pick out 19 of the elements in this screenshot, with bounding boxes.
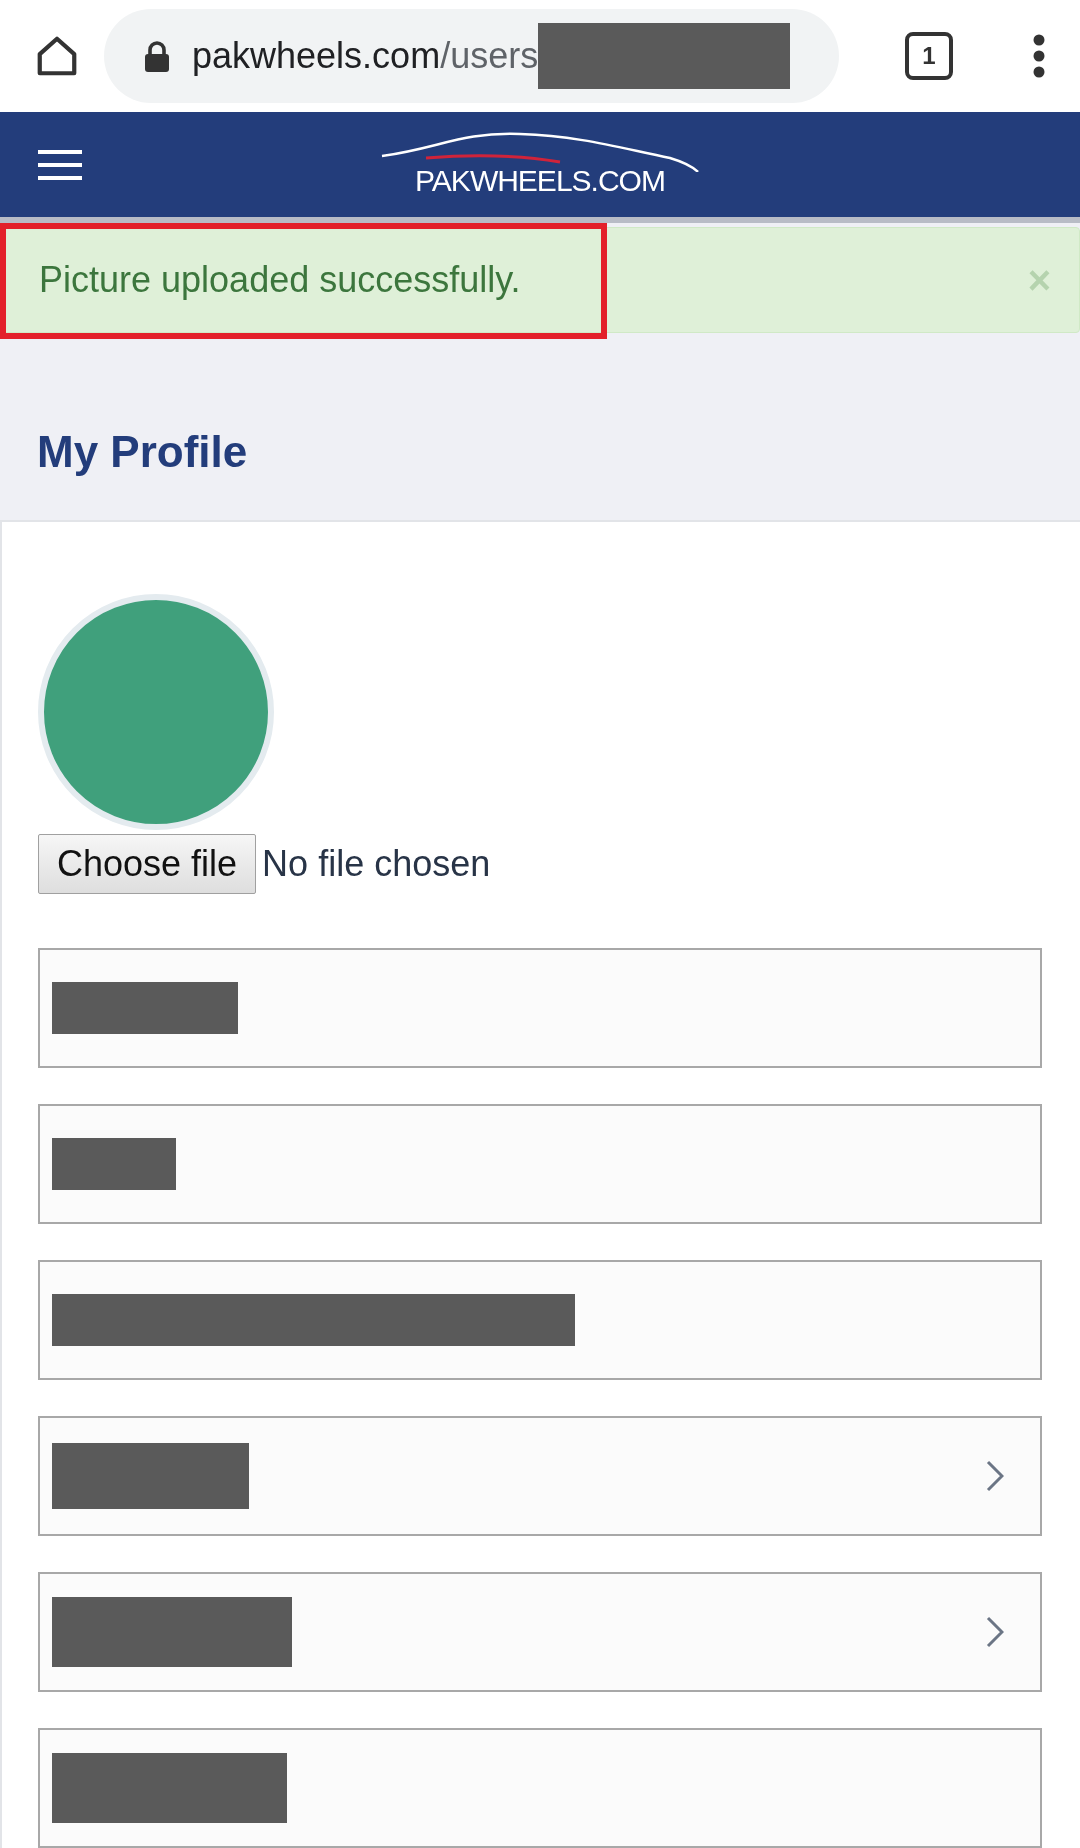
chevron-right-icon <box>986 1616 1004 1648</box>
input-field[interactable] <box>38 1260 1042 1380</box>
chevron-right-icon <box>986 1460 1004 1492</box>
select-field[interactable] <box>38 1572 1042 1692</box>
site-logo[interactable]: PAKWHEELS.COM <box>415 164 665 199</box>
url-text: pakwheels.com/users <box>192 35 539 78</box>
file-status: No file chosen <box>262 843 491 885</box>
alert-message: Picture uploaded successfully. <box>39 259 521 302</box>
input-field[interactable] <box>38 1728 1042 1848</box>
select-field[interactable] <box>38 1416 1042 1536</box>
input-field[interactable] <box>38 1104 1042 1224</box>
input-field[interactable] <box>38 948 1042 1068</box>
choose-file-button[interactable]: Choose file <box>38 834 257 894</box>
lock-icon <box>144 40 170 73</box>
more-icon[interactable] <box>1033 34 1045 79</box>
address-bar[interactable]: pakwheels.com/users <box>104 9 839 104</box>
menu-icon[interactable] <box>38 149 82 180</box>
page-title: My Profile <box>36 426 249 479</box>
tab-count[interactable]: 1 <box>905 32 953 81</box>
